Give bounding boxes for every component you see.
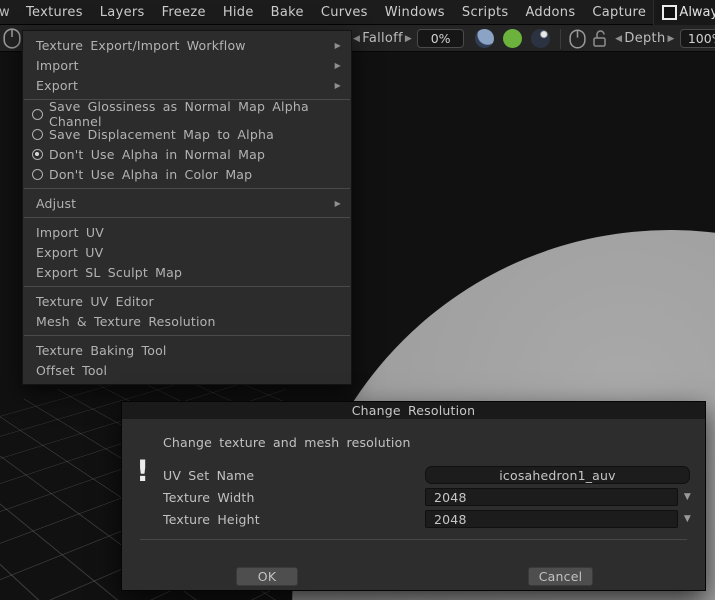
always-option[interactable]: Always bbox=[653, 0, 715, 25]
warning-icon: ! bbox=[136, 454, 149, 488]
menu-item-curves[interactable]: Curves bbox=[321, 5, 368, 20]
depth-label: Depth bbox=[624, 31, 665, 46]
menu-item-save-displacement-map-to-alpha[interactable]: Save Displacement Map to Alpha bbox=[23, 124, 351, 144]
dropdown-arrow-icon[interactable]: ▼ bbox=[684, 514, 691, 524]
menu-item-capture[interactable]: Capture bbox=[592, 5, 646, 20]
uv-set-name-input[interactable]: icosahedron1_auv bbox=[425, 466, 690, 484]
cancel-button[interactable]: Cancel bbox=[528, 567, 593, 586]
texture-width-select[interactable]: 2048 bbox=[425, 488, 678, 506]
menu-item-bake[interactable]: Bake bbox=[271, 5, 304, 20]
pen-mouse-icon[interactable] bbox=[569, 29, 586, 49]
depth-sphere-icon[interactable] bbox=[531, 29, 550, 48]
submenu-arrow-icon: ▶ bbox=[335, 81, 341, 90]
menu-item-dont-use-alpha-in-normal-map[interactable]: Don't Use Alpha in Normal Map bbox=[23, 144, 351, 164]
dialog-description: Change texture and mesh resolution bbox=[163, 435, 411, 450]
menu-item-export[interactable]: Export ▶ bbox=[23, 75, 351, 95]
falloff-label: Falloff bbox=[362, 31, 403, 46]
dialog-separator bbox=[140, 539, 687, 540]
menu-item-mesh-and-texture-resolution[interactable]: Mesh & Texture Resolution bbox=[23, 311, 351, 331]
menu-item-texture-baking-tool[interactable]: Texture Baking Tool bbox=[23, 340, 351, 360]
falloff-decrease-icon[interactable]: ◀ bbox=[351, 34, 362, 44]
texture-width-row: Texture Width 2048 ▼ bbox=[163, 488, 691, 506]
menu-item-scripts[interactable]: Scripts bbox=[462, 5, 509, 20]
falloff-value-field[interactable]: 0% bbox=[417, 29, 464, 48]
menu-item-texture-uv-editor[interactable]: Texture UV Editor bbox=[23, 291, 351, 311]
menu-item-windows[interactable]: Windows bbox=[385, 5, 445, 20]
app-window: w Textures Layers Freeze Hide Bake Curve… bbox=[0, 0, 715, 600]
menu-item-layers[interactable]: Layers bbox=[100, 5, 145, 20]
menu-item-hide[interactable]: Hide bbox=[223, 5, 254, 20]
mouse-icon bbox=[3, 28, 21, 49]
always-label: Always bbox=[679, 5, 715, 20]
menu-item-export-uv[interactable]: Export UV bbox=[23, 242, 351, 262]
ok-button[interactable]: OK bbox=[236, 567, 298, 586]
menu-item-import[interactable]: Import ▶ bbox=[23, 55, 351, 75]
menu-separator bbox=[24, 335, 350, 336]
submenu-arrow-icon: ▶ bbox=[335, 199, 341, 208]
dialog-title: Change Resolution bbox=[122, 402, 705, 419]
menu-item-textures[interactable]: Textures bbox=[26, 5, 83, 20]
always-checkbox[interactable] bbox=[662, 5, 677, 20]
menu-separator bbox=[24, 188, 350, 189]
falloff-increase-icon[interactable]: ▶ bbox=[403, 34, 414, 44]
uv-set-name-label: UV Set Name bbox=[163, 468, 425, 483]
menu-item-texture-export-import-workflow[interactable]: Texture Export/Import Workflow ▶ bbox=[23, 35, 351, 55]
menu-item-dont-use-alpha-in-color-map[interactable]: Don't Use Alpha in Color Map bbox=[23, 164, 351, 184]
texture-height-select[interactable]: 2048 bbox=[425, 510, 678, 528]
menu-bar: w Textures Layers Freeze Hide Bake Curve… bbox=[0, 0, 715, 25]
uv-set-name-row: UV Set Name icosahedron1_auv bbox=[163, 466, 691, 484]
menu-item-addons[interactable]: Addons bbox=[525, 5, 575, 20]
submenu-arrow-icon: ▶ bbox=[335, 41, 341, 50]
menu-item-adjust[interactable]: Adjust ▶ bbox=[23, 193, 351, 213]
submenu-arrow-icon: ▶ bbox=[335, 61, 341, 70]
menu-item-import-uv[interactable]: Import UV bbox=[23, 222, 351, 242]
menu-item-freeze[interactable]: Freeze bbox=[162, 5, 206, 20]
dropdown-arrow-icon[interactable]: ▼ bbox=[684, 492, 691, 502]
menu-separator bbox=[24, 286, 350, 287]
texture-height-row: Texture Height 2048 ▼ bbox=[163, 510, 691, 528]
radio-selected-icon[interactable] bbox=[32, 149, 43, 160]
textures-menu: Texture Export/Import Workflow ▶ Import … bbox=[22, 30, 352, 385]
texture-width-label: Texture Width bbox=[163, 490, 425, 505]
depth-increase-icon[interactable]: ▶ bbox=[666, 34, 677, 44]
lock-open-icon[interactable] bbox=[592, 29, 607, 48]
menu-item-save-glossiness-as-normal-map-alpha[interactable]: Save Glossiness as Normal Map Alpha Chan… bbox=[23, 104, 351, 124]
color-swatch-icon[interactable] bbox=[503, 29, 522, 48]
change-resolution-dialog: Change Resolution Change texture and mes… bbox=[121, 401, 706, 591]
radio-icon[interactable] bbox=[32, 129, 43, 140]
depth-value-field[interactable]: 100% bbox=[680, 29, 715, 48]
depth-spinner[interactable]: ◀ Depth ▶ bbox=[613, 31, 677, 46]
menu-item-export-sl-sculpt-map[interactable]: Export SL Sculpt Map bbox=[23, 262, 351, 282]
toolbar-divider bbox=[560, 29, 561, 49]
radio-icon[interactable] bbox=[32, 109, 43, 120]
texture-height-label: Texture Height bbox=[163, 512, 425, 527]
menu-separator bbox=[24, 217, 350, 218]
falloff-spinner[interactable]: ◀ Falloff ▶ bbox=[351, 31, 414, 46]
depth-decrease-icon[interactable]: ◀ bbox=[613, 34, 624, 44]
falloff-curve-icon[interactable] bbox=[475, 29, 494, 48]
radio-icon[interactable] bbox=[32, 169, 43, 180]
menu-item-offset-tool[interactable]: Offset Tool bbox=[23, 360, 351, 380]
menu-item-partial[interactable]: w bbox=[0, 5, 9, 20]
